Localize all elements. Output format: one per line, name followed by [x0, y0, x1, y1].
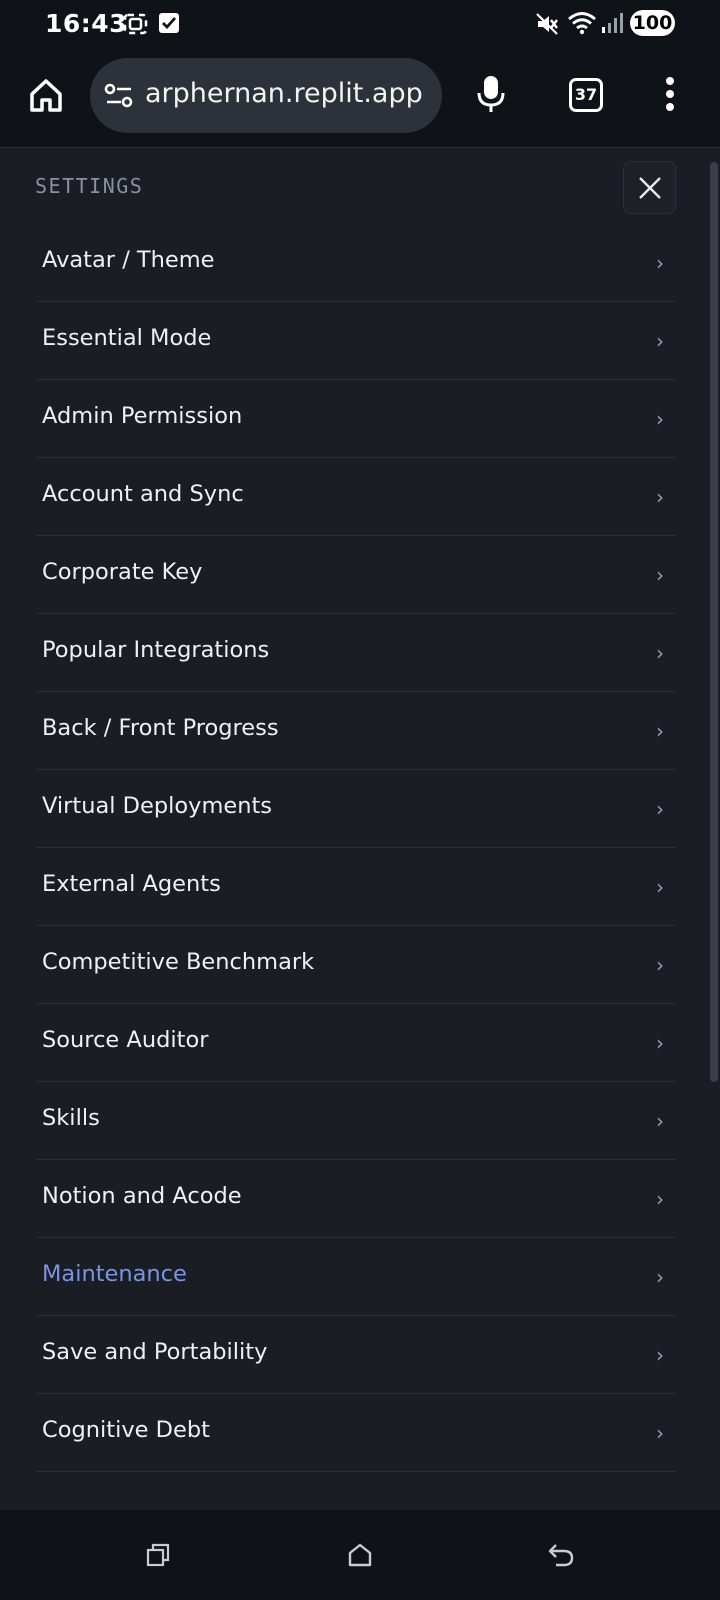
menu-item-label: Account and Sync — [42, 481, 244, 507]
site-settings-icon[interactable] — [104, 82, 134, 110]
address-bar[interactable]: arphernan.replit.app — [90, 58, 442, 133]
menu-item-label: Save and Portability — [42, 1339, 268, 1365]
chevron-right-icon: › — [656, 875, 664, 899]
menu-item-account-sync[interactable]: Account and Sync › — [36, 458, 676, 536]
menu-item-label: Source Auditor — [42, 1027, 209, 1053]
url-text: arphernan.replit.app — [145, 78, 423, 109]
menu-item-corporate-key[interactable]: Corporate Key › — [36, 536, 676, 614]
notification-check-icon — [159, 13, 179, 33]
menu-item-maintenance[interactable]: Maintenance › — [36, 1238, 676, 1316]
settings-panel: SETTINGS Avatar / Theme › Essential Mode ›… — [0, 148, 720, 1510]
chevron-right-icon: › — [656, 251, 664, 275]
menu-item-avatar-theme[interactable]: Avatar / Theme › — [36, 224, 676, 302]
chevron-right-icon: › — [656, 485, 664, 509]
chevron-right-icon: › — [656, 1343, 664, 1367]
close-button[interactable] — [623, 161, 676, 214]
chevron-right-icon: › — [656, 407, 664, 431]
menu-item-label: Notion and Acode — [42, 1183, 242, 1209]
menu-item-back-front-progress[interactable]: Back / Front Progress › — [36, 692, 676, 770]
menu-item-label: Popular Integrations — [42, 637, 270, 663]
chevron-right-icon: › — [656, 1421, 664, 1445]
mute-icon — [536, 13, 558, 35]
menu-item-save-portability[interactable]: Save and Portability › — [36, 1316, 676, 1394]
menu-item-virtual-deployments[interactable]: Virtual Deployments › — [36, 770, 676, 848]
menu-item-skills[interactable]: Skills › — [36, 1082, 676, 1160]
menu-item-label: Admin Permission — [42, 403, 243, 429]
chevron-right-icon: › — [656, 1187, 664, 1211]
menu-item-popular-integrations[interactable]: Popular Integrations › — [36, 614, 676, 692]
menu-item-admin-permission[interactable]: Admin Permission › — [36, 380, 676, 458]
back-icon[interactable] — [547, 1541, 575, 1567]
menu-item-label: Back / Front Progress — [42, 715, 279, 741]
settings-title: SETTINGS — [35, 174, 144, 198]
home-nav-icon[interactable] — [347, 1542, 373, 1568]
menu-item-label: Maintenance — [42, 1261, 187, 1287]
tabs-icon[interactable]: 37 — [569, 78, 603, 112]
status-bar: 16:43 100 — [0, 0, 720, 48]
menu-item-label: Skills — [42, 1105, 100, 1131]
menu-item-label: Essential Mode — [42, 325, 212, 351]
home-icon[interactable] — [27, 76, 65, 114]
menu-item-essential-mode[interactable]: Essential Mode › — [36, 302, 676, 380]
settings-menu: Avatar / Theme › Essential Mode › Admin Pe… — [36, 224, 676, 1510]
menu-item-partial[interactable] — [36, 1472, 676, 1510]
chevron-right-icon: › — [656, 1031, 664, 1055]
more-icon[interactable] — [665, 76, 675, 112]
menu-item-competitive-benchmark[interactable]: Competitive Benchmark › — [36, 926, 676, 1004]
menu-item-source-auditor[interactable]: Source Auditor › — [36, 1004, 676, 1082]
status-time: 16:43 — [45, 9, 128, 38]
menu-item-cognitive-debt[interactable]: Cognitive Debt › — [36, 1394, 676, 1472]
chevron-right-icon: › — [656, 641, 664, 665]
close-icon — [639, 177, 661, 199]
browser-toolbar: arphernan.replit.app 37 — [0, 48, 720, 148]
recents-icon[interactable] — [146, 1543, 170, 1567]
signal-icon — [602, 13, 623, 33]
system-nav-bar — [0, 1510, 720, 1600]
chevron-right-icon: › — [656, 797, 664, 821]
menu-item-notion-acode[interactable]: Notion and Acode › — [36, 1160, 676, 1238]
chevron-right-icon: › — [656, 563, 664, 587]
menu-item-label: External Agents — [42, 871, 221, 897]
chevron-right-icon: › — [656, 1109, 664, 1133]
battery-indicator: 100 — [630, 10, 675, 36]
mic-icon[interactable] — [476, 74, 506, 114]
scrollbar[interactable] — [710, 162, 718, 1082]
menu-item-label: Competitive Benchmark — [42, 949, 315, 975]
chevron-right-icon: › — [656, 719, 664, 743]
chevron-right-icon: › — [656, 1265, 664, 1289]
chevron-right-icon: › — [656, 329, 664, 353]
menu-item-label: Avatar / Theme — [42, 247, 215, 273]
menu-item-label: Virtual Deployments — [42, 793, 273, 819]
chevron-right-icon: › — [656, 953, 664, 977]
menu-item-external-agents[interactable]: External Agents › — [36, 848, 676, 926]
menu-item-label: Corporate Key — [42, 559, 203, 585]
wifi-icon — [568, 12, 596, 35]
screenshot-icon — [123, 13, 148, 35]
menu-item-label: Cognitive Debt — [42, 1417, 210, 1443]
